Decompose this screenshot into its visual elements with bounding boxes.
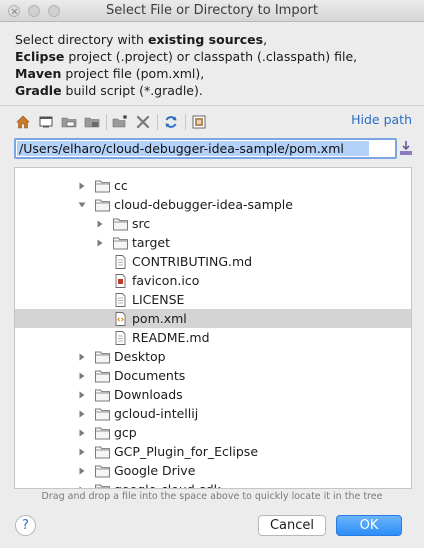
- folder-icon: [113, 236, 128, 250]
- file-icon: [113, 254, 128, 269]
- file-chooser-toolbar: [14, 111, 213, 133]
- folder-icon: [95, 445, 110, 459]
- folder-icon: [95, 369, 110, 383]
- tree-folder-row[interactable]: Documents: [15, 366, 411, 385]
- expand-arrow-right-icon[interactable]: [77, 371, 87, 381]
- folder-icon: [95, 388, 110, 402]
- folder-icon: [95, 483, 110, 488]
- expand-arrow-right-icon[interactable]: [77, 390, 87, 400]
- folder-icon: [95, 198, 110, 212]
- title-bar: Select File or Directory to Import: [0, 0, 424, 22]
- xml-file-icon: [113, 311, 128, 326]
- expand-arrow-right-icon[interactable]: [77, 409, 87, 419]
- cancel-button[interactable]: Cancel: [258, 515, 326, 536]
- delete-icon[interactable]: [134, 113, 152, 131]
- expand-arrow-right-icon[interactable]: [77, 466, 87, 476]
- home-icon[interactable]: [14, 113, 32, 131]
- folder-icon: [95, 464, 110, 478]
- tree-item-label: src: [132, 216, 151, 231]
- tree-file-row[interactable]: pom.xml: [15, 309, 411, 328]
- hide-path-link[interactable]: Hide path: [351, 112, 412, 127]
- tree-folder-row[interactable]: google-cloud-sdk: [15, 480, 411, 488]
- description-text: project (.project) or classpath (.classp…: [64, 49, 358, 64]
- tree-folder-row[interactable]: GCP_Plugin_for_Eclipse: [15, 442, 411, 461]
- tree-item-label: cloud-debugger-idea-sample: [114, 197, 293, 212]
- tree-item-label: pom.xml: [132, 311, 187, 326]
- tree-item-label: LICENSE: [132, 292, 185, 307]
- file-icon: [113, 330, 128, 345]
- tree-folder-row[interactable]: Desktop: [15, 347, 411, 366]
- tree-folder-row[interactable]: gcloud-intellij: [15, 404, 411, 423]
- desktop-icon[interactable]: [37, 113, 55, 131]
- tree-item-label: README.md: [132, 330, 210, 345]
- download-icon[interactable]: [399, 140, 413, 156]
- expand-arrow-right-icon[interactable]: [77, 428, 87, 438]
- image-file-icon: [113, 273, 128, 288]
- show-hidden-icon[interactable]: [190, 113, 208, 131]
- tree-item-label: cc: [114, 178, 128, 193]
- tree-folder-row[interactable]: Google Drive: [15, 461, 411, 480]
- tree-folder-row[interactable]: target: [15, 233, 411, 252]
- tree-item-label: google-cloud-sdk: [114, 482, 221, 488]
- folder-icon: [113, 217, 128, 231]
- tree-item-label: target: [132, 235, 171, 250]
- ok-button[interactable]: OK: [336, 515, 402, 536]
- tree-item-label: GCP_Plugin_for_Eclipse: [114, 444, 259, 459]
- path-input[interactable]: [17, 141, 369, 156]
- expand-arrow-right-icon[interactable]: [77, 447, 87, 457]
- tree-item-label: Documents: [114, 368, 186, 383]
- tree-item-label: Desktop: [114, 349, 166, 364]
- tree-item-label: Downloads: [114, 387, 183, 402]
- description-bold: Eclipse: [15, 49, 65, 64]
- expand-arrow-right-icon[interactable]: [77, 352, 87, 362]
- help-button[interactable]: ?: [15, 515, 36, 536]
- tree-item-label: Google Drive: [114, 463, 196, 478]
- tree-file-row[interactable]: README.md: [15, 328, 411, 347]
- tree-item-label: favicon.ico: [132, 273, 200, 288]
- divider: [0, 105, 424, 106]
- folder-icon: [95, 179, 110, 193]
- folder-icon: [95, 407, 110, 421]
- expand-arrow-right-icon[interactable]: [77, 181, 87, 191]
- tree-folder-row[interactable]: cc: [15, 176, 411, 195]
- description-text: project file (pom.xml),: [61, 66, 205, 81]
- tree-item-label: gcloud-intellij: [114, 406, 199, 421]
- tree-row-clipped: [15, 168, 411, 176]
- expand-arrow-right-icon[interactable]: [95, 238, 105, 248]
- file-icon: [113, 292, 128, 307]
- description-text: ,: [263, 32, 268, 47]
- file-tree[interactable]: cc cloud-debugger-idea-sample src target CON…: [14, 167, 412, 489]
- tree-folder-row[interactable]: src: [15, 214, 411, 233]
- description-bold: existing sources: [147, 32, 264, 47]
- folder-icon: [95, 350, 110, 364]
- tree-folder-row[interactable]: Downloads: [15, 385, 411, 404]
- toolbar-separator: [157, 114, 158, 130]
- new-folder-icon[interactable]: [111, 113, 129, 131]
- description-text: Select directory with: [15, 32, 148, 47]
- toolbar-separator: [106, 114, 107, 130]
- description-bold: Maven: [15, 66, 62, 81]
- expand-arrow-right-icon[interactable]: [95, 219, 105, 229]
- refresh-icon[interactable]: [162, 113, 180, 131]
- folder-icon: [95, 426, 110, 440]
- tree-item-label: CONTRIBUTING.md: [132, 254, 253, 269]
- project-folder-icon[interactable]: [60, 113, 78, 131]
- expand-arrow-right-icon[interactable]: [77, 485, 87, 488]
- description-bold: Gradle: [15, 83, 62, 98]
- tree-folder-row[interactable]: gcp: [15, 423, 411, 442]
- import-description: Select directory with existing sources, …: [15, 31, 415, 99]
- module-folder-icon[interactable]: [83, 113, 101, 131]
- window-title: Select File or Directory to Import: [106, 3, 318, 18]
- tree-file-row[interactable]: CONTRIBUTING.md: [15, 252, 411, 271]
- tree-file-row[interactable]: favicon.ico: [15, 271, 411, 290]
- description-text: build script (*.gradle).: [61, 83, 203, 98]
- drag-drop-hint: Drag and drop a file into the space abov…: [41, 491, 383, 502]
- tree-folder-row[interactable]: cloud-debugger-idea-sample: [15, 195, 411, 214]
- tree-item-label: gcp: [114, 425, 137, 440]
- toolbar-separator: [185, 114, 186, 130]
- path-field[interactable]: [14, 138, 397, 159]
- tree-file-row[interactable]: LICENSE: [15, 290, 411, 309]
- expand-arrow-down-icon[interactable]: [77, 200, 87, 210]
